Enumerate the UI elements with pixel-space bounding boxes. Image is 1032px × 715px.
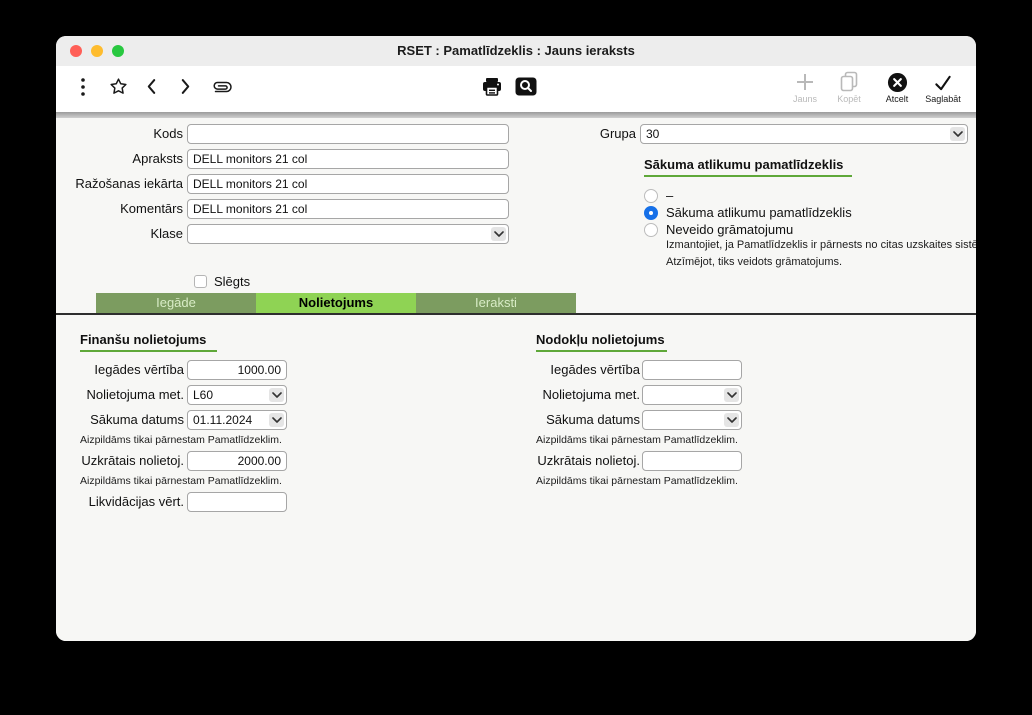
chevron-down-icon — [950, 127, 965, 141]
cancel-label: Atcelt — [875, 94, 919, 104]
plus-icon — [783, 70, 827, 94]
apraksts-input[interactable] — [187, 149, 509, 169]
razosanas-iekarta-input[interactable] — [187, 174, 509, 194]
apraksts-label: Apraksts — [56, 149, 183, 169]
tax-accum-label: Uzkrātais nolietoj. — [512, 451, 640, 471]
tax-accum-input[interactable] — [642, 451, 742, 471]
tax-underline — [536, 350, 667, 352]
copy-record-label: Kopēt — [827, 94, 871, 104]
chevron-down-icon — [269, 388, 284, 402]
finance-method-select[interactable]: L60 — [187, 385, 287, 405]
finance-residual-input[interactable] — [187, 492, 287, 512]
printer-icon — [481, 77, 503, 102]
magnifier-icon — [515, 77, 537, 101]
copy-record-button[interactable]: Kopēt — [827, 70, 871, 104]
back-button[interactable] — [143, 73, 159, 105]
save-label: Saglabāt — [921, 94, 965, 104]
tab-ieraksti[interactable]: Ieraksti — [416, 293, 576, 313]
finance-start-date-label: Sākuma datums — [56, 410, 184, 430]
tax-method-select[interactable] — [642, 385, 742, 405]
copy-icon — [827, 70, 871, 94]
preview-button[interactable] — [514, 73, 538, 105]
finance-residual-label: Likvidācijas vērt. — [56, 492, 184, 512]
kods-input[interactable] — [187, 124, 509, 144]
form-area: Kods Apraksts Ražošanas iekārta Komentār… — [56, 118, 976, 641]
tax-start-date-label: Sākuma datums — [512, 410, 640, 430]
radio-no-transaction[interactable] — [644, 223, 658, 237]
finance-note-1: Aizpildāms tikai pārnestam Pamatlīdzekli… — [80, 433, 370, 447]
finance-accum-input[interactable] — [187, 451, 287, 471]
cancel-button[interactable]: Atcelt — [875, 70, 919, 104]
kebab-menu-icon — [80, 76, 86, 103]
finance-underline — [80, 350, 217, 352]
check-icon — [921, 70, 965, 94]
tax-start-date-select[interactable] — [642, 410, 742, 430]
tab-divider-line — [56, 313, 976, 315]
chevron-left-icon — [146, 78, 157, 100]
favorites-button[interactable] — [106, 73, 130, 105]
tax-heading: Nodokļu nolietojums — [536, 332, 665, 347]
tax-acq-value-label: Iegādes vērtība — [512, 360, 640, 380]
tab-nolietojums[interactable]: Nolietojums — [256, 293, 416, 313]
window-title: RSET : Pamatlīdzeklis : Jauns ieraksts — [56, 36, 976, 66]
finance-start-date-select[interactable]: 01.11.2024 — [187, 410, 287, 430]
radio-dash[interactable] — [644, 189, 658, 203]
tab-bar: Iegāde Nolietojums Ieraksti — [96, 293, 576, 313]
grupa-label: Grupa — [536, 124, 636, 144]
attachments-button[interactable] — [208, 73, 236, 105]
grupa-select[interactable]: 30 — [640, 124, 968, 144]
save-button[interactable]: Saglabāt — [921, 70, 965, 104]
chevron-right-icon — [180, 78, 191, 100]
kods-label: Kods — [56, 124, 183, 144]
new-record-label: Jauns — [783, 94, 827, 104]
opening-balance-underline — [644, 175, 852, 177]
komentars-label: Komentārs — [56, 199, 183, 219]
chevron-down-icon — [269, 413, 284, 427]
radio-dash-label: – — [666, 188, 673, 204]
new-record-button[interactable]: Jauns — [783, 70, 827, 104]
finance-heading: Finanšu nolietojums — [80, 332, 206, 347]
slegts-label: Slēgts — [214, 274, 250, 290]
finance-start-date-value: 01.11.2024 — [193, 411, 252, 429]
komentars-input[interactable] — [187, 199, 509, 219]
finance-method-value: L60 — [193, 386, 213, 404]
tax-note-2: Aizpildāms tikai pārnestam Pamatlīdzekli… — [536, 474, 826, 488]
finance-note-2: Aizpildāms tikai pārnestam Pamatlīdzekli… — [80, 474, 370, 488]
radio-opening-balance-label: Sākuma atlikumu pamatlīdzeklis — [666, 205, 852, 221]
app-window: RSET : Pamatlīdzeklis : Jauns ieraksts — [56, 36, 976, 641]
finance-acq-value-label: Iegādes vērtība — [56, 360, 184, 380]
opening-balance-note-2: Atzīmējot, tiks veidots grāmatojums. — [666, 255, 976, 269]
tax-acq-value-input[interactable] — [642, 360, 742, 380]
chevron-down-icon — [724, 388, 739, 402]
paperclip-icon — [209, 79, 235, 100]
finance-accum-label: Uzkrātais nolietoj. — [56, 451, 184, 471]
star-icon — [108, 76, 129, 102]
klase-select[interactable] — [187, 224, 509, 244]
klase-label: Klase — [56, 224, 183, 244]
forward-button[interactable] — [177, 73, 193, 105]
opening-balance-heading: Sākuma atlikumu pamatlīdzeklis — [644, 157, 843, 172]
print-button[interactable] — [480, 73, 504, 105]
toolbar: Jauns Kopēt Atcelt Saglabāt — [56, 66, 976, 112]
kebab-menu-button[interactable] — [74, 73, 92, 105]
chevron-down-icon — [724, 413, 739, 427]
grupa-select-value: 30 — [646, 125, 659, 143]
tax-note-1: Aizpildāms tikai pārnestam Pamatlīdzekli… — [536, 433, 826, 447]
opening-balance-note-1: Izmantojiet, ja Pamatlīdzeklis ir pārnes… — [666, 238, 976, 252]
titlebar: RSET : Pamatlīdzeklis : Jauns ieraksts — [56, 36, 976, 67]
radio-opening-balance[interactable] — [644, 206, 658, 220]
chevron-down-icon — [491, 227, 506, 241]
finance-method-label: Nolietojuma met. — [56, 385, 184, 405]
tax-method-label: Nolietojuma met. — [512, 385, 640, 405]
cancel-x-icon — [875, 70, 919, 94]
finance-acq-value-input[interactable] — [187, 360, 287, 380]
radio-no-transaction-label: Neveido grāmatojumu — [666, 222, 793, 238]
slegts-checkbox[interactable] — [194, 275, 207, 288]
tab-iegade[interactable]: Iegāde — [96, 293, 256, 313]
razosanas-iekarta-label: Ražošanas iekārta — [56, 174, 183, 194]
